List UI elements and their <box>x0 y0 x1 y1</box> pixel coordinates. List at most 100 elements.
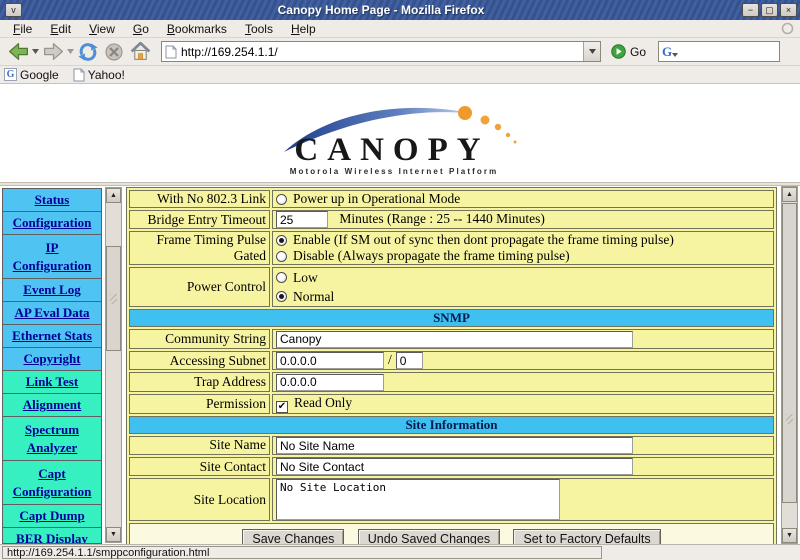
close-button[interactable]: × <box>780 3 797 17</box>
menu-help[interactable]: Help <box>282 21 325 37</box>
sidebar-item-alignment[interactable]: Alignment <box>3 394 101 417</box>
radio-option-label: Power up in Operational Mode <box>293 191 460 207</box>
minimize-button[interactable]: − <box>742 3 759 17</box>
menu-edit[interactable]: Edit <box>41 21 80 37</box>
window-menu-button[interactable]: v <box>5 3 22 17</box>
field-label: Bridge Entry Timeout <box>129 210 270 229</box>
sidebar-scrollbar-thumb[interactable] <box>106 246 121 351</box>
row-accessing-subnet: Accessing Subnet / <box>129 351 774 370</box>
sidebar-item-spectrum-analyzer[interactable]: Spectrum Analyzer <box>3 417 101 461</box>
menu-view[interactable]: View <box>80 21 124 37</box>
canopy-logo: CANOPY Motorola Wireless Internet Platfo… <box>0 90 800 182</box>
sidebar-item-ip-configuration[interactable]: IP Configuration <box>3 235 101 279</box>
maximize-icon: ▢ <box>765 6 774 15</box>
read-only-checkbox[interactable] <box>276 401 288 413</box>
search-engine-dropdown-icon[interactable] <box>672 53 678 57</box>
page-content: CANOPY Motorola Wireless Internet Platfo… <box>0 84 800 544</box>
menu-tools[interactable]: Tools <box>236 21 282 37</box>
set-to-factory-defaults-button[interactable]: Set to Factory Defaults <box>513 529 660 544</box>
sidebar-item-ap-eval-data[interactable]: AP Eval Data <box>3 302 101 325</box>
sidebar-scrollbar[interactable]: ▲ ▼ <box>105 187 122 543</box>
community-string-input[interactable] <box>276 331 633 348</box>
radio-power-normal[interactable] <box>276 291 287 302</box>
site-name-input[interactable] <box>276 437 633 454</box>
field-label: Site Location <box>129 478 270 521</box>
stop-icon <box>103 41 125 63</box>
row-site-location: Site Location No Site Location <box>129 478 774 521</box>
navigation-toolbar: Go G <box>0 38 800 66</box>
go-icon <box>611 44 626 59</box>
frame-divider <box>0 182 800 186</box>
scroll-up-icon[interactable]: ▲ <box>106 188 121 203</box>
search-input[interactable] <box>680 44 776 60</box>
menu-bookmarks[interactable]: Bookmarks <box>158 21 236 37</box>
sidebar-item-status[interactable]: Status <box>3 189 101 212</box>
field-label: Accessing Subnet <box>129 351 270 370</box>
reload-button[interactable] <box>75 39 101 65</box>
stop-button[interactable] <box>101 39 127 65</box>
radio-power-low[interactable] <box>276 272 287 283</box>
maximize-button[interactable]: ▢ <box>761 3 778 17</box>
accessing-subnet-ip-input[interactable] <box>276 352 384 369</box>
url-bar <box>161 41 601 62</box>
radio-option-label: Enable (If SM out of sync then dont prop… <box>293 232 674 248</box>
home-button[interactable] <box>127 39 153 65</box>
sidebar-item-capt-configuration[interactable]: Capt Configuration <box>3 461 101 505</box>
search-bar: G <box>658 41 780 62</box>
forward-button[interactable] <box>40 39 66 65</box>
save-changes-button[interactable]: Save Changes <box>242 529 344 544</box>
main-scrollbar-thumb[interactable] <box>782 203 797 503</box>
sidebar-item-configuration[interactable]: Configuration <box>3 212 101 235</box>
sidebar-item-copyright[interactable]: Copyright <box>3 348 101 371</box>
chevron-down-icon <box>589 49 596 54</box>
sidebar-item-link-test[interactable]: Link Test <box>3 371 101 394</box>
menu-go[interactable]: Go <box>124 21 158 37</box>
sidebar-nav: Status Configuration IP Configuration Ev… <box>2 188 102 544</box>
radio-power-up-operational[interactable] <box>276 194 287 205</box>
scroll-up-icon[interactable]: ▲ <box>782 187 797 202</box>
section-header-site-information-row: Site Information <box>129 416 774 434</box>
status-url-text: http://169.254.1.1/smppconfiguration.htm… <box>7 547 209 559</box>
row-no-802-3-link: With No 802.3 Link Power up in Operation… <box>129 190 774 208</box>
radio-frame-timing-enable[interactable] <box>276 235 287 246</box>
site-contact-input[interactable] <box>276 458 633 475</box>
menu-file[interactable]: File <box>4 21 41 37</box>
accessing-subnet-mask-input[interactable] <box>396 352 423 369</box>
row-permission: Permission Read Only <box>129 394 774 414</box>
sidebar-item-ber-display[interactable]: BER Display <box>3 528 101 544</box>
forward-dropdown-icon[interactable] <box>66 39 75 65</box>
sidebar-item-event-log[interactable]: Event Log <box>3 279 101 302</box>
sidebar-item-ethernet-stats[interactable]: Ethernet Stats <box>3 325 101 348</box>
main-scrollbar[interactable]: ▲ ▼ <box>781 186 798 544</box>
bookmark-label: Yahoo! <box>88 68 125 82</box>
radio-frame-timing-disable[interactable] <box>276 251 287 262</box>
bookmark-google[interactable]: G Google <box>4 68 59 82</box>
sidebar-item-capt-dump[interactable]: Capt Dump <box>3 505 101 528</box>
bridge-entry-timeout-input[interactable] <box>276 211 328 228</box>
url-dropdown-button[interactable] <box>583 42 600 61</box>
bookmark-label: Google <box>20 68 59 82</box>
back-button[interactable] <box>5 39 31 65</box>
scroll-down-icon[interactable]: ▼ <box>782 528 797 543</box>
field-label: Power Control <box>129 267 270 307</box>
field-label: Frame Timing Pulse Gated <box>129 231 270 265</box>
section-header-site-information: Site Information <box>129 416 774 434</box>
throbber-icon <box>781 22 794 35</box>
bookmark-yahoo[interactable]: Yahoo! <box>73 68 125 82</box>
bookmarks-bar: G Google Yahoo! <box>0 66 800 84</box>
window-title: Canopy Home Page - Mozilla Firefox <box>22 0 740 20</box>
site-location-textarea[interactable]: No Site Location <box>276 479 560 520</box>
row-frame-timing-pulse-gated: Frame Timing Pulse Gated Enable (If SM o… <box>129 231 774 265</box>
row-power-control: Power Control Low Normal <box>129 267 774 307</box>
go-button[interactable]: Go <box>611 44 646 59</box>
reload-icon <box>77 41 99 63</box>
url-input[interactable] <box>177 43 583 60</box>
undo-saved-changes-button[interactable]: Undo Saved Changes <box>358 529 500 544</box>
trap-address-input[interactable] <box>276 374 384 391</box>
field-label: Site Contact <box>129 457 270 476</box>
scroll-down-icon[interactable]: ▼ <box>106 527 121 542</box>
page-icon <box>165 45 177 59</box>
back-dropdown-icon[interactable] <box>31 39 40 65</box>
home-icon <box>129 40 152 63</box>
logo-wordmark: CANOPY <box>294 132 489 168</box>
